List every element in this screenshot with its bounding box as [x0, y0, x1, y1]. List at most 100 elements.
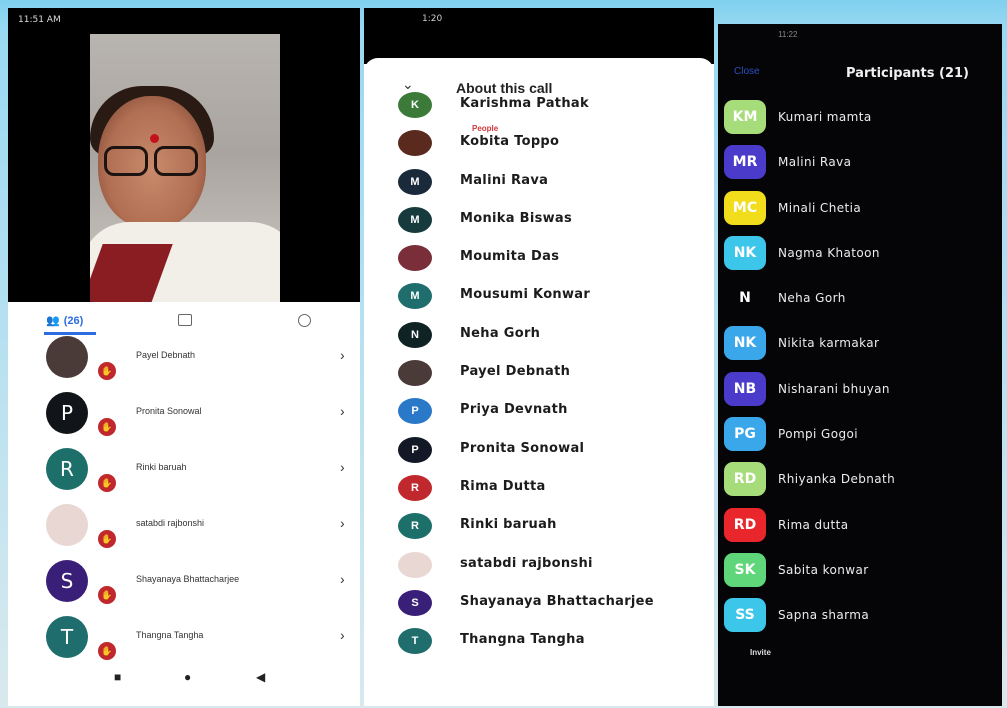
- chat-icon: [178, 314, 192, 326]
- participant-name: Neha Gorh: [778, 291, 846, 306]
- participant-name: Shayanaya Bhattacharjee: [136, 574, 240, 584]
- people-row[interactable]: Moumita Das: [364, 239, 714, 277]
- avatar: NB: [724, 371, 766, 406]
- speaker-video: [90, 34, 280, 302]
- participant-name: Karishma Pathak: [460, 96, 589, 111]
- participant-name: Mousumi Konwar: [460, 287, 591, 303]
- people-row[interactable]: Kobita Toppo: [364, 124, 714, 162]
- people-row[interactable]: S Shayanaya Bhattacharjee: [364, 584, 714, 622]
- people-row[interactable]: M Monika Biswas: [364, 201, 714, 239]
- chevron-right-icon[interactable]: ›: [340, 571, 345, 587]
- participant-row[interactable]: P ✋ Pronita Sonowal ›: [8, 386, 360, 442]
- avatar: RD: [724, 462, 766, 497]
- participant-row[interactable]: ✋ satabdi rajbonshi ›: [8, 498, 360, 554]
- recents-icon[interactable]: ■: [114, 670, 121, 684]
- participant-row[interactable]: S ✋ Shayanaya Bhattacharjee ›: [8, 554, 360, 610]
- participant-row[interactable]: RD Rima dutta: [718, 504, 1002, 549]
- participant-name: Monika Biswas: [460, 210, 573, 226]
- chevron-right-icon[interactable]: ›: [340, 459, 345, 475]
- people-row[interactable]: Payel Debnath: [364, 354, 714, 392]
- status-time: 11:51 AM: [18, 15, 61, 25]
- participant-row[interactable]: SK Sabita konwar: [718, 549, 1002, 594]
- avatar: T: [398, 628, 432, 655]
- avatar: R: [398, 513, 432, 540]
- participant-name: Kumari mamta: [778, 110, 872, 124]
- status-bar: 1:20: [364, 8, 714, 64]
- participant-row[interactable]: ✋ Payel Debnath ›: [8, 330, 360, 386]
- people-row[interactable]: P Pronita Sonowal: [364, 431, 714, 469]
- participant-row[interactable]: N Neha Gorh: [718, 277, 1002, 322]
- android-nav-bar: ■ ● ◀: [8, 664, 360, 694]
- raised-hand-icon: ✋: [98, 642, 116, 660]
- raised-hand-icon: ✋: [98, 362, 116, 380]
- people-row[interactable]: N Neha Gorh: [364, 316, 714, 354]
- avatar: K: [398, 92, 432, 118]
- chevron-right-icon[interactable]: ›: [340, 403, 345, 419]
- page-title: Participants (21): [846, 66, 969, 81]
- chevron-right-icon[interactable]: ›: [340, 515, 345, 531]
- participant-row[interactable]: MC Minali Chetia: [718, 187, 1002, 232]
- participant-row[interactable]: NK Nikita karmakar: [718, 322, 1002, 367]
- avatar: [398, 360, 432, 387]
- participant-row[interactable]: KM Kumari mamta: [718, 96, 1002, 141]
- people-row[interactable]: R Rima Dutta: [364, 469, 714, 507]
- home-icon[interactable]: ●: [184, 670, 191, 684]
- participant-row[interactable]: PG Pompi Gogoi: [718, 413, 1002, 458]
- close-button[interactable]: Close: [734, 66, 760, 77]
- participant-name: Rima Dutta: [460, 478, 546, 494]
- participant-name: Pompi Gogoi: [778, 427, 858, 442]
- participant-name: Payel Debnath: [460, 364, 571, 380]
- participant-name: Thangna Tangha: [460, 632, 585, 648]
- avatar: RD: [724, 507, 766, 542]
- participant-name: Moumita Das: [460, 249, 560, 265]
- tab-info[interactable]: [298, 314, 311, 330]
- avatar: [398, 245, 432, 272]
- participant-row[interactable]: NB Nisharani bhuyan: [718, 368, 1002, 413]
- participant-row[interactable]: RD Rhiyanka Debnath: [718, 458, 1002, 503]
- avatar: S: [398, 589, 432, 616]
- back-icon[interactable]: ◀: [256, 670, 265, 684]
- participant-row[interactable]: R ✋ Rinki baruah ›: [8, 442, 360, 498]
- people-list: K Karishma Pathak Kobita Toppo M Malini Rava…: [364, 86, 714, 660]
- participant-name: Rinki baruah: [460, 517, 557, 533]
- avatar: MC: [724, 190, 766, 225]
- avatar: R: [46, 448, 88, 490]
- chevron-right-icon[interactable]: ›: [340, 347, 345, 363]
- info-icon: [298, 314, 311, 327]
- raised-hand-icon: ✋: [98, 474, 116, 492]
- participant-row[interactable]: NK Nagma Khatoon: [718, 232, 1002, 277]
- participant-row[interactable]: MR Malini Rava: [718, 141, 1002, 186]
- participant-name: Pronita Sonowal: [460, 440, 585, 456]
- people-row[interactable]: P Priya Devnath: [364, 392, 714, 430]
- participant-name: Shayanaya Bhattacharjee: [460, 593, 654, 609]
- people-row[interactable]: satabdi rajbonshi: [364, 546, 714, 584]
- participant-name: Nikita karmakar: [778, 336, 880, 351]
- participant-name: Sapna sharma: [778, 608, 870, 623]
- raised-hand-icon: ✋: [98, 586, 116, 604]
- participant-name: Rhiyanka Debnath: [778, 472, 896, 487]
- tab-people[interactable]: 👥 (26): [44, 314, 96, 335]
- people-row[interactable]: M Malini Rava: [364, 163, 714, 201]
- speaker-glasses: [102, 146, 202, 176]
- invite-button[interactable]: Invite: [750, 648, 771, 657]
- participant-name: Kobita Toppo: [460, 134, 560, 150]
- people-row[interactable]: T Thangna Tangha: [364, 622, 714, 660]
- avatar: SS: [724, 598, 766, 633]
- people-row[interactable]: M Mousumi Konwar: [364, 277, 714, 315]
- participant-row[interactable]: T ✋ Thangna Tangha ›: [8, 610, 360, 666]
- chevron-right-icon[interactable]: ›: [340, 627, 345, 643]
- avatar: KM: [724, 100, 766, 134]
- tab-chat[interactable]: [178, 314, 192, 329]
- avatar: T: [46, 616, 88, 658]
- people-count: (26): [63, 314, 84, 327]
- people-row[interactable]: R Rinki baruah: [364, 507, 714, 545]
- participant-name: Nagma Khatoon: [778, 245, 880, 260]
- status-bar: 11:51 AM: [8, 8, 360, 34]
- participant-row[interactable]: SS Sapna sharma: [718, 594, 1002, 639]
- people-row[interactable]: K Karishma Pathak: [364, 86, 714, 124]
- raised-hand-icon: ✋: [98, 530, 116, 548]
- participant-name: Rinki baruah: [136, 462, 187, 472]
- avatar: [46, 504, 88, 546]
- participant-name: Nisharani bhuyan: [778, 381, 890, 396]
- participant-list: ✋ Payel Debnath › P ✋ Pronita Sonowal › R ✋ Rinki…: [8, 330, 360, 666]
